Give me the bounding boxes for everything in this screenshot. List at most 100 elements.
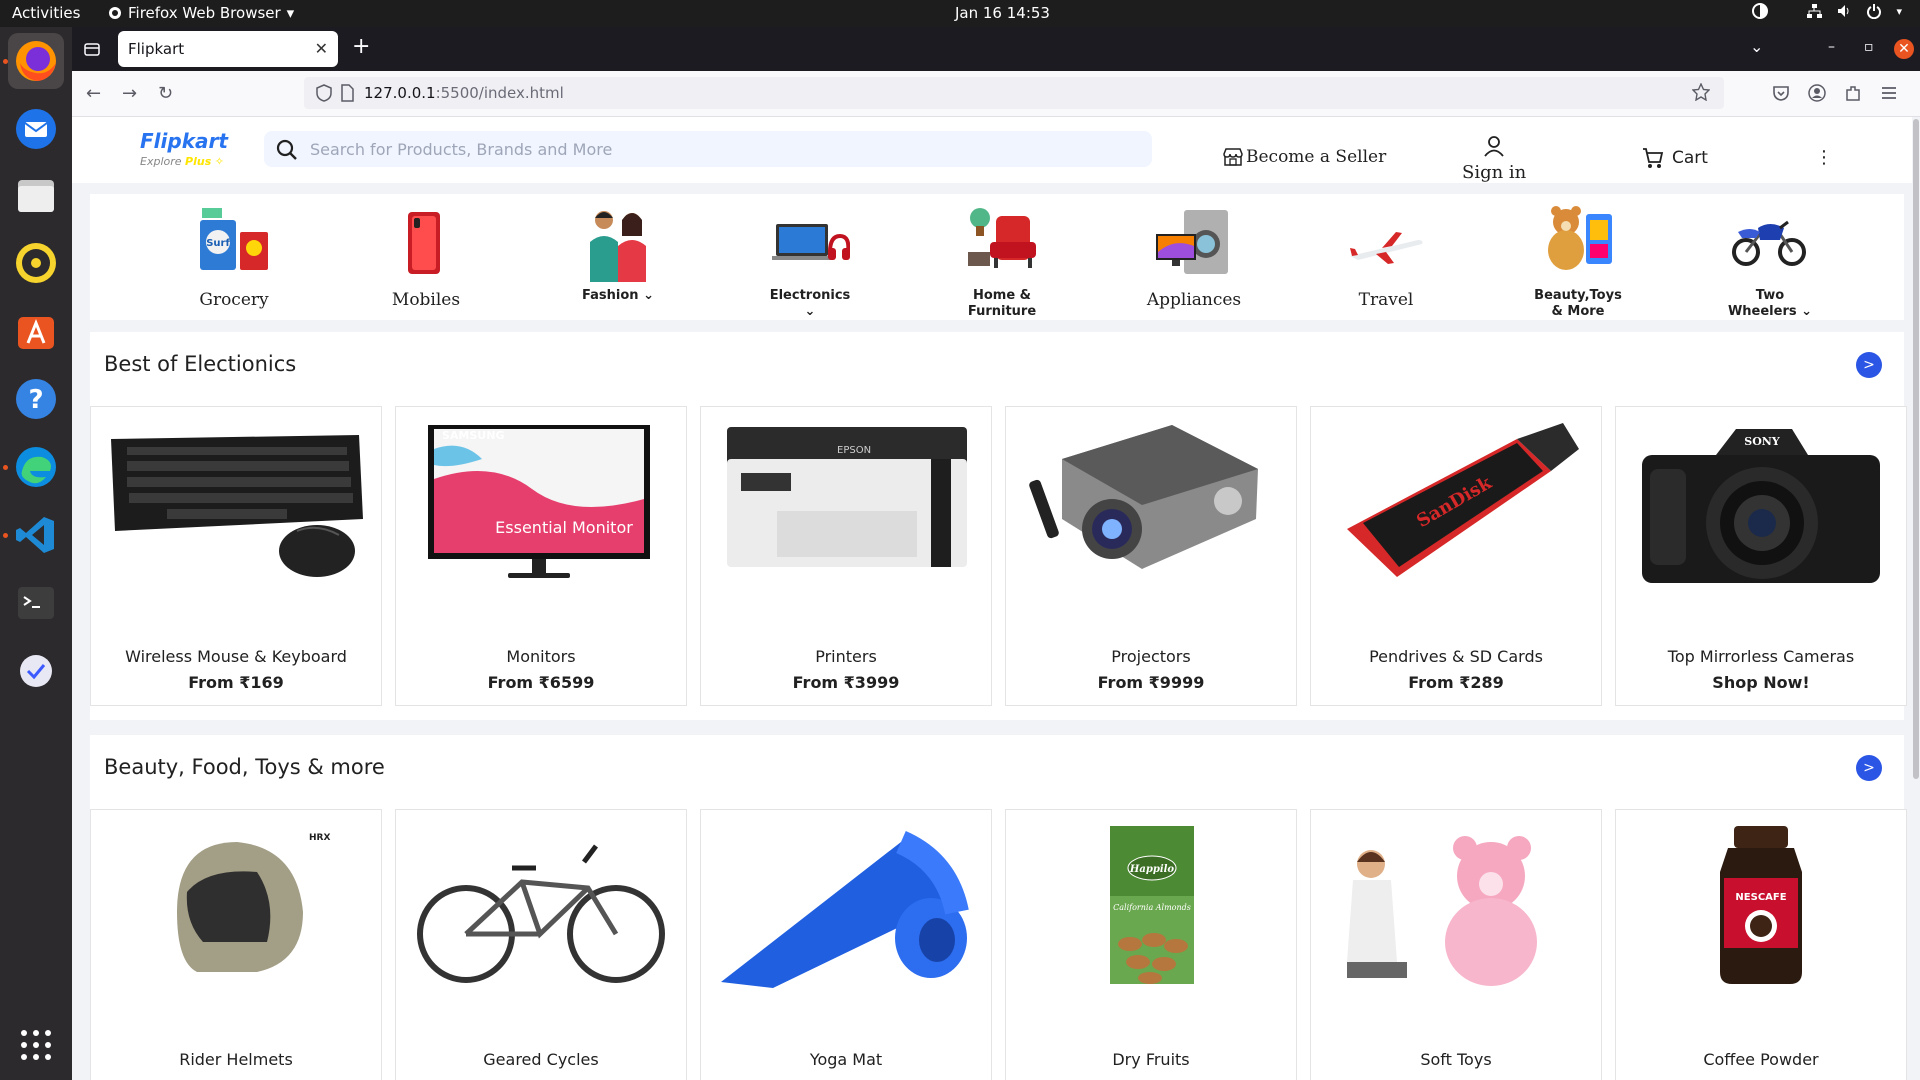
- almonds-pack-image: Happilo California Almonds: [1110, 826, 1194, 984]
- category-mobiles[interactable]: Mobiles: [346, 202, 506, 310]
- tab-title: Flipkart: [128, 40, 185, 58]
- page-info-icon[interactable]: [340, 84, 354, 102]
- product-card-projectors[interactable]: Projectors From ₹9999: [1005, 406, 1297, 706]
- minimize-window-icon[interactable]: –: [1828, 39, 1835, 55]
- category-label: Travel: [1358, 290, 1414, 310]
- monitor-brand: SAMSUNG: [442, 429, 504, 442]
- tab-overview-icon[interactable]: [84, 41, 100, 57]
- electronics-image: [772, 224, 851, 260]
- software-center-icon: [18, 317, 54, 349]
- become-seller-link[interactable]: Become a Seller: [1222, 147, 1386, 167]
- new-tab-icon[interactable]: +: [352, 36, 370, 58]
- category-electronics[interactable]: Electronics ⌄: [730, 202, 890, 320]
- scrollbar-thumb[interactable]: [1913, 119, 1919, 779]
- activities-button[interactable]: Activities: [12, 4, 80, 22]
- product-name: Printers: [815, 647, 877, 666]
- product-card-printers[interactable]: EPSON Printers From ₹3999: [700, 406, 992, 706]
- search-input[interactable]: [310, 139, 1150, 159]
- email-client-icon: [20, 655, 52, 687]
- product-card-dry-fruits[interactable]: Happilo California Almonds Dry Fruits: [1005, 809, 1297, 1080]
- furniture-image: [968, 208, 1036, 268]
- category-home-furniture[interactable]: Home & Furniture: [922, 202, 1082, 320]
- printer-image: EPSON: [727, 427, 967, 567]
- yoga-mat-image: [721, 830, 969, 988]
- close-window-icon[interactable]: ✕: [1894, 39, 1914, 59]
- dock-help[interactable]: ?: [8, 371, 64, 427]
- cart-link[interactable]: Cart: [1642, 147, 1708, 169]
- dock-show-apps[interactable]: [8, 1017, 64, 1073]
- forward-icon[interactable]: →: [122, 83, 137, 104]
- product-price: From ₹3999: [792, 673, 900, 692]
- running-indicator: [3, 59, 8, 64]
- product-card-cycles[interactable]: Geared Cycles: [395, 809, 687, 1080]
- product-card-pendrives[interactable]: SanDisk Pendrives & SD Cards From ₹289: [1310, 406, 1602, 706]
- keyboard-mouse-image: [111, 435, 363, 577]
- product-card-soft-toys[interactable]: Soft Toys: [1310, 809, 1602, 1080]
- list-tabs-icon[interactable]: ⌄: [1750, 37, 1763, 56]
- clock[interactable]: Jan 16 14:53: [955, 4, 1050, 22]
- dock-rhythmbox[interactable]: [8, 235, 64, 291]
- reload-icon[interactable]: ↻: [158, 83, 173, 104]
- chevron-down-icon: ⌄: [643, 288, 654, 303]
- category-two-wheelers[interactable]: Two Wheelers ⌄: [1690, 202, 1850, 320]
- account-icon[interactable]: [1808, 84, 1826, 102]
- search-icon[interactable]: [276, 139, 298, 161]
- back-icon[interactable]: ←: [86, 83, 101, 104]
- dock-software[interactable]: [8, 303, 64, 359]
- next-arrow-icon[interactable]: >: [1856, 352, 1882, 378]
- system-tray[interactable]: ▾: [1752, 3, 1902, 19]
- flipkart-logo[interactable]: Flipkart Explore Plus ✧: [140, 129, 228, 168]
- close-tab-icon[interactable]: ✕: [315, 39, 328, 58]
- bookmark-star-icon[interactable]: [1692, 83, 1710, 101]
- next-arrow-icon[interactable]: >: [1856, 755, 1882, 781]
- fashion-image: [590, 211, 646, 282]
- url-bar[interactable]: 127.0.0.1:5500/index.html: [304, 77, 1724, 109]
- site-header: Flipkart Explore Plus ✧ Become a Seller …: [72, 117, 1912, 183]
- url-path: :5500/index.html: [435, 84, 564, 102]
- tray-menu-arrow-icon: ▾: [1896, 4, 1902, 18]
- projector-image: [1029, 425, 1258, 569]
- category-beauty-toys[interactable]: Beauty,Toys & More: [1498, 202, 1658, 320]
- dock-terminal[interactable]: [8, 575, 64, 631]
- product-name: Monitors: [506, 647, 576, 666]
- product-card-cameras[interactable]: SONY Top Mirrorless Cameras Shop Now!: [1615, 406, 1907, 706]
- accessibility-icon: [1752, 3, 1769, 19]
- dock-firefox[interactable]: [8, 33, 64, 89]
- browser-tab-active[interactable]: Flipkart ✕: [118, 31, 338, 67]
- restore-window-icon[interactable]: ▫: [1864, 39, 1874, 55]
- product-card-keyboard[interactable]: Wireless Mouse & Keyboard From ₹169: [90, 406, 382, 706]
- mobile-image: [408, 212, 440, 274]
- category-grocery[interactable]: Surf Grocery: [154, 202, 314, 310]
- sign-in-link[interactable]: Sign in: [1462, 135, 1526, 183]
- product-card-yoga-mat[interactable]: Yoga Mat: [700, 809, 992, 1080]
- pocket-icon[interactable]: [1772, 84, 1790, 102]
- more-options-icon[interactable]: ⋮: [1815, 147, 1833, 168]
- section-best-of-electronics: Best of Electionics > Wireless Mouse & K…: [90, 332, 1907, 720]
- svg-text:?: ?: [28, 385, 43, 415]
- product-card-helmets[interactable]: HRX Rider Helmets: [90, 809, 382, 1080]
- category-travel[interactable]: Travel: [1306, 202, 1466, 310]
- category-appliances[interactable]: Appliances: [1114, 202, 1274, 310]
- pendrive-image: SanDisk: [1347, 423, 1579, 577]
- category-label: Electronics ⌄: [769, 288, 851, 319]
- app-menu[interactable]: Firefox Web Browser ▾: [108, 4, 294, 22]
- category-fashion[interactable]: Fashion ⌄: [538, 202, 698, 304]
- dock-thunderbird[interactable]: [8, 101, 64, 157]
- app-name: Firefox Web Browser: [128, 4, 281, 22]
- dock-files[interactable]: [8, 168, 64, 224]
- help-icon: ?: [16, 379, 56, 419]
- cart-label: Cart: [1672, 148, 1708, 168]
- product-card-monitors[interactable]: SAMSUNG Essential Monitor Monitors From …: [395, 406, 687, 706]
- category-label: Appliances: [1146, 290, 1242, 310]
- extensions-icon[interactable]: [1844, 84, 1862, 102]
- coffee-jar-image: NESCAFE: [1720, 826, 1802, 984]
- tracking-protection-shield-icon[interactable]: [316, 84, 332, 102]
- dock-edge[interactable]: [8, 439, 64, 495]
- hamburger-menu-icon[interactable]: [1880, 84, 1898, 102]
- product-card-coffee[interactable]: NESCAFE Coffee Powder: [1615, 809, 1907, 1080]
- page-scrollbar[interactable]: [1912, 117, 1920, 1080]
- dock-vscode[interactable]: [8, 507, 64, 563]
- dock-mail[interactable]: [8, 643, 64, 699]
- vscode-icon: [16, 517, 54, 553]
- cart-icon: [1643, 148, 1664, 168]
